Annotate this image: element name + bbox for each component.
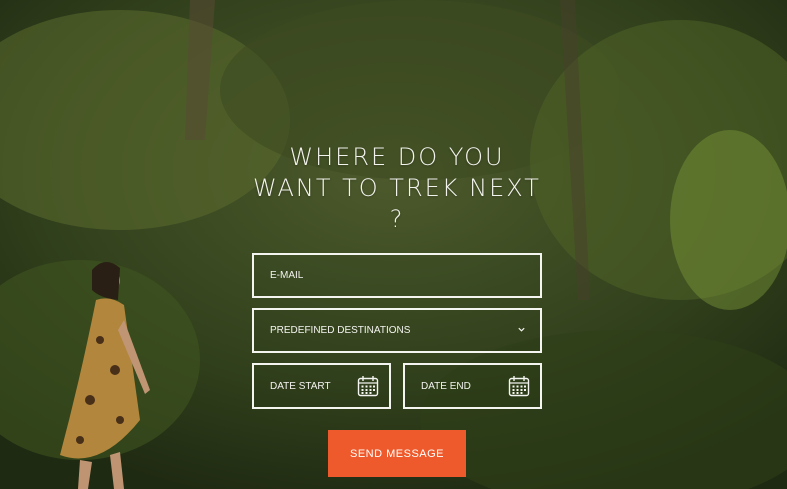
background-photo — [0, 0, 787, 489]
send-message-button[interactable]: SEND MESSAGE — [328, 430, 466, 477]
page-title: WHERE DO YOU WANT TO TREK NEXT ? — [253, 143, 541, 233]
trek-form-heading-wrap: WHERE DO YOU WANT TO TREK NEXT ? — [252, 142, 542, 235]
destinations-selected-value: PREDEFINED DESTINATIONS — [270, 325, 411, 336]
date-start-field[interactable] — [252, 363, 391, 409]
destinations-select[interactable]: PREDEFINED DESTINATIONS — [252, 308, 542, 353]
chevron-down-icon — [517, 325, 526, 337]
calendar-icon[interactable] — [508, 375, 530, 400]
date-end-field[interactable] — [403, 363, 542, 409]
email-field[interactable] — [252, 253, 542, 298]
calendar-icon[interactable] — [357, 375, 379, 400]
email-input[interactable] — [270, 270, 540, 281]
